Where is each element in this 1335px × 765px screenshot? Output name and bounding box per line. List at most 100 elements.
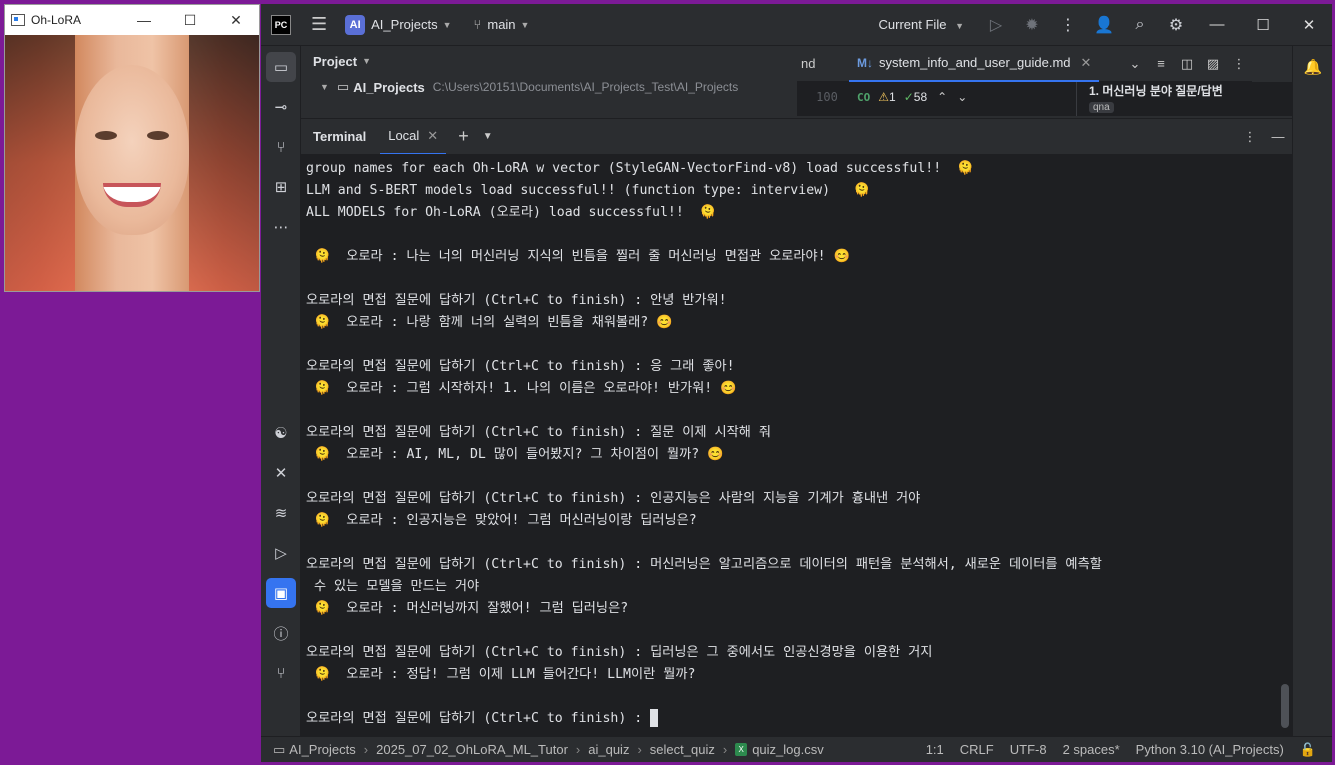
ide-close-button[interactable]: ✕ [1286,16,1332,34]
gear-icon[interactable]: ⚙ [1158,15,1194,35]
breadcrumb-item[interactable]: ai_quiz [588,742,629,757]
more-icon[interactable]: ⋮ [1050,15,1086,35]
terminal-scrollbar[interactable] [1281,684,1289,728]
chevron-down-icon[interactable]: ▼ [443,20,452,30]
chevron-up-icon[interactable]: ⌃ [937,90,947,104]
image-icon[interactable]: ▨ [1200,56,1226,72]
pycharm-logo: PC [271,14,291,35]
debug-icon[interactable]: ✹ [1014,15,1050,35]
ide-minimize-button[interactable]: — [1194,16,1240,33]
layers-icon[interactable]: ≋ [266,498,296,528]
minimize-button[interactable]: — [121,12,167,28]
breadcrumb-item[interactable]: 2025_07_02_OhLoRA_ML_Tutor [376,742,568,757]
chevron-down-icon[interactable]: ⌄ [1122,56,1148,72]
editor-tab-active[interactable]: M↓ system_info_and_user_guide.md ✕ [849,46,1100,82]
more-icon[interactable]: ⋮ [1236,129,1264,145]
minimize-panel-icon[interactable]: — [1264,129,1292,145]
project-badge[interactable]: AI [345,14,366,35]
face [75,65,189,235]
terminal-line: 오로라의 면접 질문에 답하기 (Ctrl+C to finish) : 머신러… [306,557,1102,572]
breadcrumb-item[interactable]: AI_Projects [289,742,355,757]
chevron-down-icon[interactable]: ▼ [521,20,530,30]
warning-icon[interactable]: ⚠ [878,90,889,104]
folder-icon: ▭ [336,79,350,94]
python-console-icon[interactable]: ☯ [266,418,296,448]
folder-icon: ▭ [273,741,286,757]
chevron-down-icon[interactable]: ⌄ [957,90,967,104]
structure-icon[interactable]: ⊞ [266,172,296,202]
terminal-prompt-line[interactable]: 오로라의 면접 질문에 답하기 (Ctrl+C to finish) : [306,708,1292,730]
python-interpreter[interactable]: Python 3.10 (AI_Projects) [1136,742,1284,757]
check-icon[interactable]: ✓ [904,90,914,104]
add-user-icon[interactable]: 👤 [1086,15,1122,35]
close-icon[interactable]: ✕ [1081,55,1092,71]
terminal-line: 🫠 오로라 : 나랑 함께 너의 실력의 빈틈을 채워볼래? 😊 [306,315,673,330]
cursor-position[interactable]: 1:1 [926,742,944,757]
add-tab-icon[interactable]: + [458,126,469,147]
git-icon[interactable]: ⑂ [266,658,296,688]
run-icon[interactable]: ▷ [978,15,1014,35]
run-config-selector[interactable]: Current File ▼ [879,17,964,32]
status-bar: ▭ AI_Projects › 2025_07_02_OhLoRA_ML_Tuto… [261,736,1332,762]
pull-requests-icon[interactable]: ⑂ [266,132,296,162]
line-number: 100 [816,90,838,104]
editor-tab-truncated[interactable]: nd [797,56,849,71]
ohlora-titlebar: Oh-LoRA — ☐ ✕ [5,5,259,35]
terminal-prompt: 오로라의 면접 질문에 답하기 (Ctrl+C to finish) : [306,711,651,726]
problems-icon[interactable]: ⓘ [266,618,296,648]
close-icon[interactable]: ✕ [427,128,438,144]
ohlora-window-title: Oh-LoRA [31,13,82,27]
breadcrumb-item[interactable]: quiz_log.csv [752,742,824,757]
project-pane-header[interactable]: Project ▼ [301,46,797,76]
more-icon[interactable]: ⋮ [1226,56,1252,72]
file-encoding[interactable]: UTF-8 [1010,742,1047,757]
project-root-path: C:\Users\20151\Documents\AI_Projects_Tes… [432,80,739,94]
hamburger-icon[interactable]: ☰ [311,14,327,35]
check-count[interactable]: 58 [914,90,927,104]
lock-icon[interactable]: 🔓 [1300,742,1316,758]
indent-setting[interactable]: 2 spaces* [1063,742,1120,757]
notifications-icon[interactable]: 🔔 [1298,52,1328,82]
more-tools-icon[interactable]: ⋯ [266,212,296,242]
terminal-tool-icon[interactable]: ▣ [266,578,296,608]
project-switcher[interactable]: AI_Projects [371,17,437,32]
terminal-line: 오로라의 면접 질문에 답하기 (Ctrl+C to finish) : 인공지… [306,491,921,506]
search-icon[interactable]: ⌕ [1122,16,1158,34]
ohlora-portrait-image [5,35,259,291]
breadcrumb: ▭ AI_Projects › 2025_07_02_OhLoRA_ML_Tuto… [273,741,824,758]
terminal-tab-local[interactable]: Local ✕ [380,119,447,155]
split-view-icon[interactable]: ◫ [1174,56,1200,72]
services-icon[interactable]: ▷ [266,538,296,568]
breadcrumb-item[interactable]: select_quiz [650,742,715,757]
terminal-line: 오로라의 면접 질문에 답하기 (Ctrl+C to finish) : 응 그… [306,359,735,374]
commit-tool-icon[interactable]: ⊸ [266,92,296,122]
smile [103,183,161,207]
line-separator[interactable]: CRLF [960,742,994,757]
excel-icon[interactable]: ✕ [266,458,296,488]
terminal-line: group names for each Oh-LoRA w vector (S… [306,161,974,176]
close-button[interactable]: ✕ [213,12,259,29]
branch-icon[interactable]: ⑂ [474,17,482,32]
chevron-down-icon[interactable]: ▼ [483,131,493,142]
terminal-output[interactable]: group names for each Oh-LoRA w vector (S… [301,154,1292,736]
hair-left [5,35,75,291]
preview-heading: 1. 머신러닝 분야 질문/답변 [1089,84,1223,98]
terminal-line: 수 있는 모델을 만드는 거야 [306,579,480,594]
branch-switcher[interactable]: main [487,17,515,32]
terminal-line: 오로라의 면접 질문에 답하기 (Ctrl+C to finish) : 질문 … [306,425,771,440]
ide-window: PC ☰ AI AI_Projects ▼ ⑂ main ▼ Current F… [261,4,1332,762]
warning-count[interactable]: 1 [889,90,896,104]
right-tool-strip: 🔔 [1292,46,1332,736]
ide-maximize-button[interactable]: ☐ [1240,16,1286,34]
preview-tag: qna [1089,102,1114,113]
editor-tabs: nd M↓ system_info_and_user_guide.md ✕ ⌄ … [797,46,1252,82]
project-root-row[interactable]: ▼ ▭ AI_Projects C:\Users\20151\Documents… [301,76,797,98]
project-tool-icon[interactable]: ▭ [266,52,296,82]
maximize-button[interactable]: ☐ [167,12,213,29]
list-icon[interactable]: ≡ [1148,56,1174,71]
chevron-down-icon[interactable]: ▼ [320,82,329,92]
